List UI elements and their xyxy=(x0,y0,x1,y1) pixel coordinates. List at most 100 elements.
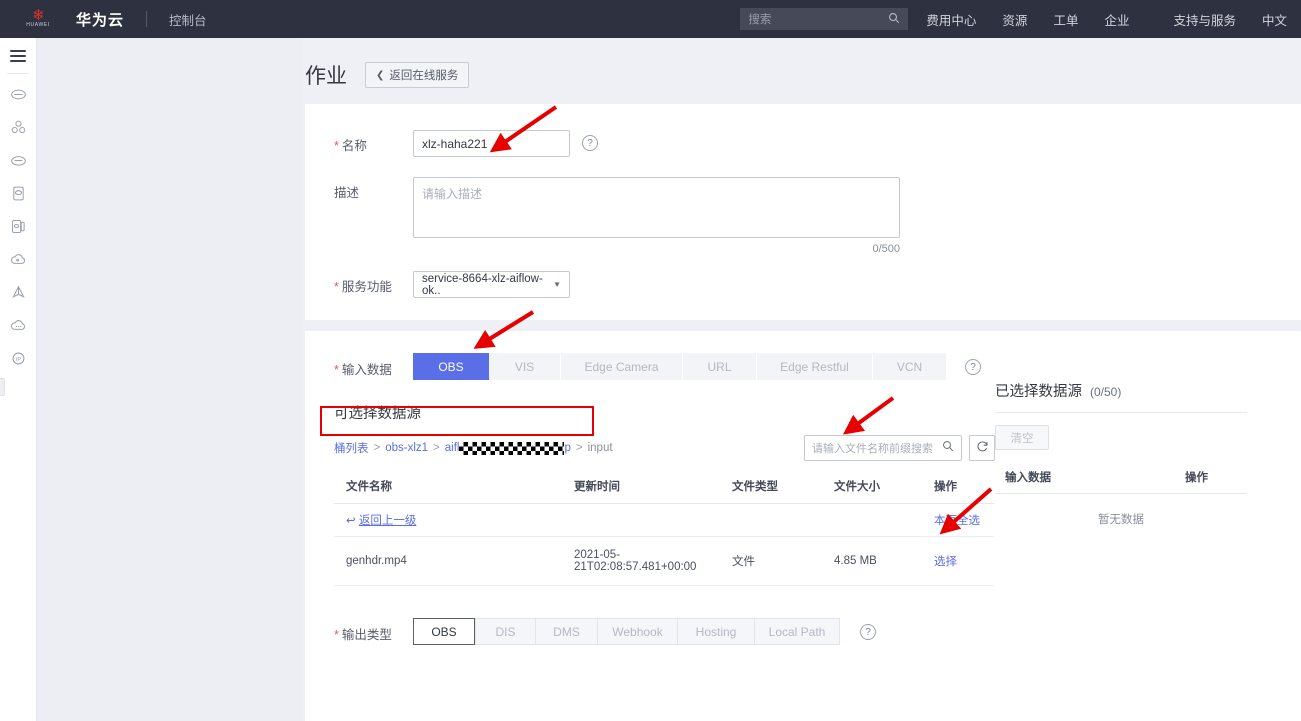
rail-collapse-handle[interactable] xyxy=(0,378,5,396)
tab-output-webhook[interactable]: Webhook xyxy=(597,618,677,645)
tab-input-obs[interactable]: OBS xyxy=(413,353,489,380)
question-circle-icon-name[interactable]: ? xyxy=(582,135,598,151)
breadcrumb-bucket[interactable]: obs-xlz1 xyxy=(385,442,428,454)
description-wrap: 0/500 xyxy=(413,177,900,255)
table-row: genhdr.mp4 2021-05-21T02:08:57.481+00:00… xyxy=(334,536,994,586)
tab-input-vcn[interactable]: VCN xyxy=(873,353,947,380)
col-updated: 更新时间 xyxy=(562,469,720,504)
tab-output-dis[interactable]: DIS xyxy=(475,618,535,645)
tab-output-obs[interactable]: OBS xyxy=(413,618,475,645)
sidebar-item-network[interactable] xyxy=(0,276,37,309)
tab-input-vis[interactable]: VIS xyxy=(489,353,561,380)
field-row-description: 描述 0/500 xyxy=(305,177,1301,255)
sidebar-item-cluster[interactable] xyxy=(0,111,37,144)
refresh-button[interactable] xyxy=(969,435,995,461)
page-header: 作业 ❮ 返回在线服务 xyxy=(305,38,1301,104)
output-type-tabs: OBS DIS DMS Webhook Hosting Local Path xyxy=(413,618,840,645)
nav-empty-2 xyxy=(720,503,822,537)
available-datasource-panel: 可选择数据源 桶列表 > obs-xlz1 > aifl p > input 请… xyxy=(305,380,995,586)
input-data-tabs: OBS VIS Edge Camera URL Edge Restful VCN xyxy=(413,353,947,380)
field-row-service: * 服务功能 service-8664-xlz-aiflow-ok.. ▼ xyxy=(305,271,1301,298)
datasource-toolbar: 桶列表 > obs-xlz1 > aifl p > input 请输入文件名称前缀… xyxy=(334,433,995,463)
sidebar-item-cloud-server[interactable] xyxy=(0,78,37,111)
chevron-left-icon: ❮ xyxy=(376,69,385,81)
selected-datasource-heading: 已选择数据源 (0/50) xyxy=(995,380,1295,401)
breadcrumb: 桶列表 > obs-xlz1 > aifl p > input xyxy=(334,440,613,456)
global-search-input[interactable]: 搜索 xyxy=(740,8,909,30)
selected-datasource-panel: 已选择数据源 (0/50) 清空 输入数据 操作 暂无数据 xyxy=(995,380,1295,586)
tab-input-edge-camera[interactable]: Edge Camera xyxy=(561,353,683,380)
breadcrumb-folder-prefix[interactable]: aifl xyxy=(445,442,460,454)
breadcrumb-root[interactable]: 桶列表 xyxy=(334,440,369,456)
breadcrumb-folder-suffix[interactable]: p xyxy=(564,442,570,454)
col-file-type: 文件类型 xyxy=(720,469,822,504)
tab-input-url[interactable]: URL xyxy=(683,353,757,380)
file-search-input[interactable]: 请输入文件名称前缀搜索 xyxy=(804,435,962,461)
service-function-select[interactable]: service-8664-xlz-aiflow-ok.. ▼ xyxy=(413,271,570,298)
col-selected-input: 输入数据 xyxy=(995,461,1175,494)
rail-divider xyxy=(7,73,29,74)
required-marker: * xyxy=(334,139,339,153)
name-input[interactable] xyxy=(413,130,570,157)
back-button-label: 返回在线服务 xyxy=(389,70,459,82)
sidebar-item-cloud-chat[interactable] xyxy=(0,309,37,342)
brand-name[interactable]: 华为云 xyxy=(76,9,124,30)
back-to-online-service-button[interactable]: ❮ 返回在线服务 xyxy=(365,62,470,88)
nav-item-resources[interactable]: 资源 xyxy=(1002,10,1027,29)
selected-table-header-row: 输入数据 操作 xyxy=(995,461,1247,494)
network-icon xyxy=(10,284,27,301)
cluster-icon xyxy=(10,119,27,136)
hamburger-icon[interactable] xyxy=(10,50,26,62)
nav-item-tickets[interactable]: 工单 xyxy=(1053,10,1078,29)
huawei-logo-icon: ❄ xyxy=(32,7,45,24)
tab-output-dms[interactable]: DMS xyxy=(535,618,597,645)
cell-file-size: 4.85 MB xyxy=(822,536,922,586)
header-divider xyxy=(146,11,148,27)
go-up-link[interactable]: ↩ 返回上一级 xyxy=(346,515,416,527)
nav-item-enterprise[interactable]: 企业 xyxy=(1104,10,1129,29)
clear-selection-button[interactable]: 清空 xyxy=(995,425,1049,450)
required-marker-input: * xyxy=(334,363,339,377)
nav-item-billing[interactable]: 费用中心 xyxy=(926,10,976,29)
tab-output-hosting[interactable]: Hosting xyxy=(677,618,754,645)
description-textarea[interactable] xyxy=(413,177,900,238)
breadcrumb-separator-3: > xyxy=(575,442,583,454)
selected-heading-text: 已选择数据源 xyxy=(995,384,1082,400)
global-search-placeholder: 搜索 xyxy=(748,14,772,26)
sidebar-item-cloud-ai[interactable] xyxy=(0,243,37,276)
sidebar-item-ip[interactable]: IP xyxy=(0,342,37,375)
sidebar-item-document[interactable] xyxy=(0,210,37,243)
description-char-counter: 0/500 xyxy=(872,243,900,255)
console-link[interactable]: 控制台 xyxy=(169,10,207,29)
selected-empty-state: 暂无数据 xyxy=(1098,514,1144,526)
search-icon xyxy=(888,12,900,27)
huawei-logo[interactable]: ❄ HUAWEI xyxy=(0,7,76,28)
nav-item-language[interactable]: 中文 xyxy=(1262,10,1287,29)
cloud-chat-icon xyxy=(10,317,27,334)
nav-item-support[interactable]: 支持与服务 xyxy=(1173,10,1236,29)
datasource-section: 可选择数据源 桶列表 > obs-xlz1 > aifl p > input 请… xyxy=(305,380,1301,586)
field-row-input-data: * 输入数据 OBS VIS Edge Camera URL Edge Restf… xyxy=(305,353,1301,380)
tab-input-edge-restful[interactable]: Edge Restful xyxy=(757,353,873,380)
selected-table: 输入数据 操作 xyxy=(995,461,1247,494)
breadcrumb-separator-2: > xyxy=(433,442,440,454)
question-circle-icon-output[interactable]: ? xyxy=(860,624,876,640)
field-row-name: *名称 ? xyxy=(305,130,1301,157)
service-label-text: 服务功能 xyxy=(341,280,392,294)
select-file-link[interactable]: 选择 xyxy=(934,556,957,568)
cloud-server-icon xyxy=(10,86,27,103)
svg-text:IP: IP xyxy=(15,357,21,363)
page-title: 作业 xyxy=(305,65,347,88)
name-label-text: 名称 xyxy=(341,139,367,153)
cell-file-name: genhdr.mp4 xyxy=(334,536,562,586)
sidebar-item-cloud-storage[interactable] xyxy=(0,144,37,177)
nav-empty-1 xyxy=(562,503,720,537)
left-icon-rail: IP xyxy=(0,38,37,721)
sidebar-item-database[interactable] xyxy=(0,177,37,210)
app-root: ❄ HUAWEI 华为云 控制台 搜索 费用中心 资源 工单 企业 支持与服务 … xyxy=(0,0,1301,721)
tab-output-local-path[interactable]: Local Path xyxy=(754,618,840,645)
refresh-icon xyxy=(976,440,989,456)
select-all-page-link[interactable]: 本页全选 xyxy=(934,515,980,527)
ip-icon: IP xyxy=(10,350,27,367)
question-circle-icon-input[interactable]: ? xyxy=(965,359,981,375)
